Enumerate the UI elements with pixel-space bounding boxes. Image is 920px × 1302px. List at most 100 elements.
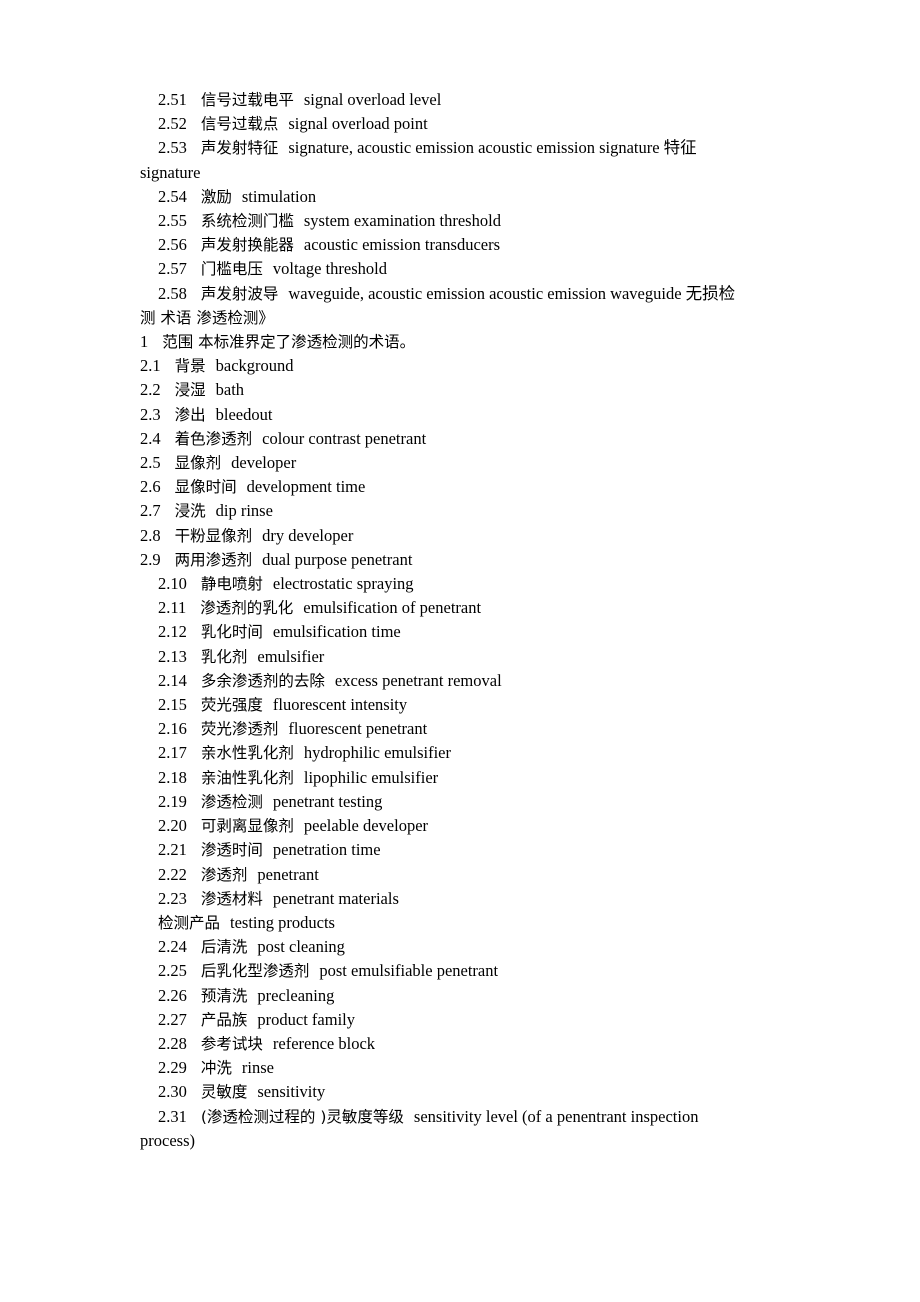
term-english: stimulation (241, 186, 317, 206)
term-english: peelable developer (303, 816, 429, 836)
term-english: testing products (230, 912, 335, 932)
term-chinese: 范围 本标准界定了渗透检测的术语。 (162, 333, 416, 352)
term-chinese: 渗透材料 (200, 889, 263, 908)
term-line: 2.11 渗透剂的乳化 emulsification of penetrant (140, 596, 780, 620)
term-line: 2.54 激励 stimulation (140, 185, 780, 209)
term-number: 2.58 (158, 283, 187, 303)
term-line: 2.21 渗透时间 penetration time (140, 838, 780, 862)
term-english: waveguide, acoustic emission acoustic em… (288, 283, 736, 303)
term-english: penetration time (272, 840, 381, 860)
term-english: dip rinse (215, 501, 273, 521)
term-english: signal overload point (288, 114, 428, 134)
term-line: 2.6 显像时间 development time (140, 475, 780, 499)
term-line: 2.12 乳化时间 emulsification time (140, 620, 780, 644)
term-english: lipophilic emulsifier (303, 767, 439, 787)
term-chinese: 两用渗透剂 (174, 550, 253, 569)
term-chinese: 预清洗 (200, 986, 248, 1005)
term-line: 2.23 渗透材料 penetrant materials (140, 887, 780, 911)
term-line: 2.29 冲洗 rinse (140, 1056, 780, 1080)
term-chinese: 乳化时间 (200, 623, 263, 642)
term-english: developer (231, 453, 297, 473)
term-english: product family (257, 1009, 355, 1029)
term-line: signature (140, 161, 780, 185)
term-number: 2.56 (158, 235, 187, 255)
term-english: post emulsifiable penetrant (319, 961, 499, 981)
term-english: voltage threshold (272, 259, 387, 279)
term-english: signature (140, 162, 201, 182)
term-line: 2.55 系统检测门槛 system examination threshold (140, 209, 780, 233)
term-english: post cleaning (257, 937, 345, 957)
document-body: 2.51 信号过载电平 signal overload level 2.52 信号过载点… (140, 88, 780, 1153)
term-number: 2.3 (140, 404, 161, 424)
term-chinese: 后乳化型渗透剂 (200, 962, 310, 981)
term-number: 2.20 (158, 816, 187, 836)
term-number: 2.21 (158, 840, 187, 860)
term-english: bleedout (215, 404, 273, 424)
term-chinese: 渗出 (174, 405, 206, 424)
term-english: sensitivity level (of a penentrant inspe… (413, 1106, 699, 1126)
term-number: 2.31 (158, 1106, 187, 1126)
term-chinese: 参考试块 (200, 1034, 263, 1053)
term-english: colour contrast penetrant (262, 428, 427, 448)
term-number: 2.16 (158, 719, 187, 739)
term-number: 2.51 (158, 90, 187, 109)
term-chinese: 门槛电压 (200, 260, 263, 279)
term-line: 2.51 信号过载电平 signal overload level (140, 88, 780, 112)
term-chinese: 荧光强度 (200, 696, 263, 715)
term-chinese: 浸洗 (174, 502, 206, 521)
term-chinese: 背景 (174, 357, 206, 376)
term-line: 2.16 荧光渗透剂 fluorescent penetrant (140, 717, 780, 741)
term-english: background (215, 356, 294, 376)
term-line: 2.30 灵敏度 sensitivity (140, 1080, 780, 1104)
term-chinese: 多余渗透剂的去除 (200, 671, 325, 690)
term-chinese: 渗透检测 (200, 792, 263, 811)
document-page: 2.51 信号过载电平 signal overload level 2.52 信号过载点… (0, 0, 920, 1302)
term-english: reference block (272, 1033, 376, 1053)
term-line: process) (140, 1129, 780, 1153)
term-english: signature, acoustic emission acoustic em… (288, 138, 697, 158)
term-chinese: 灵敏度 (200, 1083, 248, 1102)
term-number: 2.22 (158, 864, 187, 884)
term-english: hydrophilic emulsifier (303, 743, 451, 763)
term-line: 2.13 乳化剂 emulsifier (140, 645, 780, 669)
term-line: 2.8 干粉显像剂 dry developer (140, 524, 780, 548)
term-chinese: 干粉显像剂 (174, 526, 253, 545)
term-chinese: 渗透剂 (200, 865, 248, 884)
term-english: system examination threshold (303, 211, 501, 231)
term-line: 测 术语 渗透检测》 (140, 306, 780, 330)
term-chinese: 声发射特征 (200, 139, 279, 158)
term-english: dual purpose penetrant (262, 549, 413, 569)
term-chinese: 产品族 (200, 1010, 248, 1029)
term-line: 2.7 浸洗 dip rinse (140, 499, 780, 523)
term-english: emulsification of penetrant (303, 598, 482, 618)
term-chinese: 荧光渗透剂 (200, 720, 279, 739)
term-english: rinse (241, 1058, 274, 1078)
term-line: 2.24 后清洗 post cleaning (140, 935, 780, 959)
term-line: 2.17 亲水性乳化剂 hydrophilic emulsifier (140, 741, 780, 765)
term-number: 2.24 (158, 937, 187, 957)
term-english: dry developer (262, 525, 354, 545)
term-english: emulsification time (272, 622, 401, 642)
term-number: 2.25 (158, 961, 187, 981)
term-chinese: 检测产品 (158, 913, 221, 932)
term-line: 2.3 渗出 bleedout (140, 403, 780, 427)
term-english: signal overload level (303, 90, 442, 109)
term-chinese: 可剥离显像剂 (200, 817, 294, 836)
term-number: 2.29 (158, 1058, 187, 1078)
term-english: development time (246, 477, 366, 497)
term-number: 2.10 (158, 574, 187, 594)
term-line: 2.58 声发射波导 waveguide, acoustic emission ac… (140, 282, 780, 306)
term-chinese: 信号过载点 (200, 115, 279, 134)
term-chinese: 信号过载电平 (200, 91, 294, 109)
term-chinese: 亲油性乳化剂 (200, 768, 294, 787)
term-number: 2.4 (140, 428, 161, 448)
term-line: 2.53 声发射特征 signature, acoustic emission ac… (140, 136, 780, 160)
term-number: 2.52 (158, 114, 187, 134)
term-line: 2.15 荧光强度 fluorescent intensity (140, 693, 780, 717)
term-english: penetrant materials (272, 888, 399, 908)
term-english: acoustic emission transducers (303, 235, 501, 255)
term-line: 2.18 亲油性乳化剂 lipophilic emulsifier (140, 766, 780, 790)
term-number: 2.57 (158, 259, 187, 279)
term-line: 2.20 可剥离显像剂 peelable developer (140, 814, 780, 838)
term-number: 2.15 (158, 695, 187, 715)
